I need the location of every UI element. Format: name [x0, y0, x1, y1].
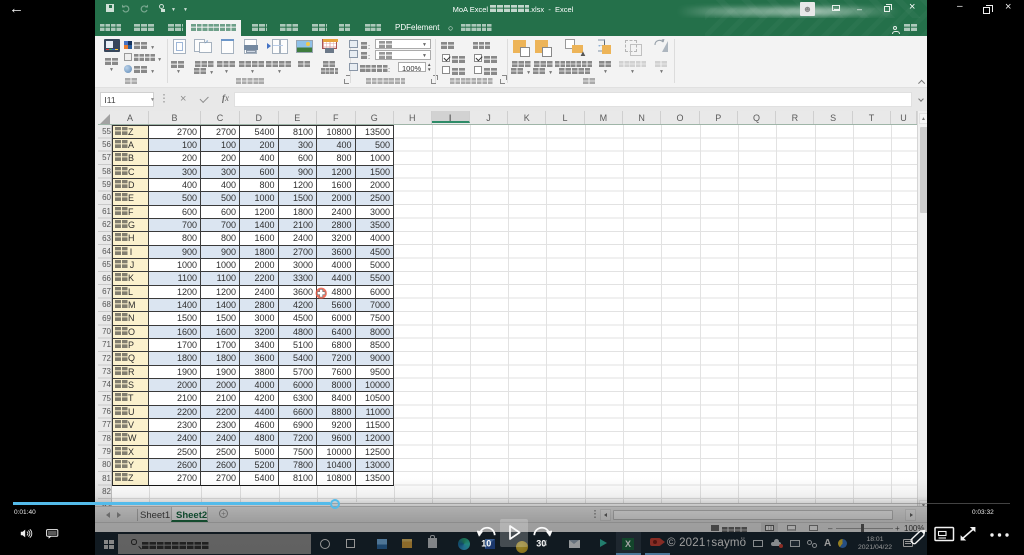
svg-text:30: 30 [536, 539, 546, 549]
svg-text:10: 10 [481, 539, 491, 549]
